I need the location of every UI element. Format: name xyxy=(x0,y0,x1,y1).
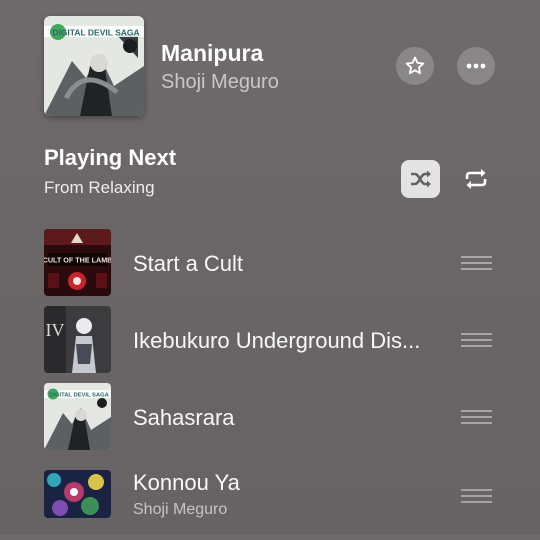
ellipsis-icon xyxy=(466,63,486,69)
album-logo-text: CULT OF THE LAMB xyxy=(44,256,111,265)
queue-item-artwork: IV xyxy=(44,306,111,373)
favorite-button[interactable] xyxy=(396,47,434,85)
queue-item-artist: Shoji Meguro xyxy=(133,501,228,518)
queue-source: From Relaxing xyxy=(44,178,155,197)
queue-item-title: Sahasrara xyxy=(133,405,235,430)
repeat-button[interactable] xyxy=(457,160,495,198)
queue-item[interactable]: DIGITAL DEVIL SAGA Sahasrara xyxy=(0,383,540,453)
star-icon xyxy=(405,56,425,75)
queue-item-title: Konnou Ya xyxy=(133,470,240,495)
album-logo-text: DIGITAL DEVIL SAGA xyxy=(52,28,139,38)
album-logo-text: DIGITAL DEVIL SAGA xyxy=(49,393,109,399)
album-logo-text: IV xyxy=(46,320,65,340)
now-playing: DIGITAL DEVIL SAGA Manipura Shoji Meguro xyxy=(44,16,496,116)
queue-item[interactable]: CULT OF THE LAMB Start a Cult xyxy=(0,229,540,299)
queue-item-title: Ikebukuro Underground Dis... xyxy=(133,328,421,353)
queue-item[interactable]: IV Ikebukuro Underground Dis... xyxy=(0,306,540,376)
shuffle-button[interactable] xyxy=(401,160,440,198)
queue-item-title: Start a Cult xyxy=(133,251,244,276)
reorder-handle-icon[interactable] xyxy=(461,333,492,347)
repeat-icon xyxy=(465,169,487,189)
now-playing-artist[interactable]: Shoji Meguro xyxy=(161,71,279,94)
queue-heading: Playing Next xyxy=(44,145,177,170)
queue-item-artwork: CULT OF THE LAMB xyxy=(44,229,111,296)
queue-item-artwork xyxy=(44,470,111,518)
reorder-handle-icon[interactable] xyxy=(461,256,492,270)
now-playing-title: Manipura xyxy=(161,40,264,66)
reorder-handle-icon[interactable] xyxy=(461,410,492,424)
now-playing-artwork[interactable]: DIGITAL DEVIL SAGA xyxy=(44,16,144,116)
queue-item-artwork: DIGITAL DEVIL SAGA xyxy=(44,383,111,450)
more-options-button[interactable] xyxy=(457,47,495,85)
queue-item[interactable]: Konnou Ya Shoji Meguro xyxy=(0,470,540,540)
shuffle-icon xyxy=(410,170,431,188)
reorder-handle-icon[interactable] xyxy=(461,489,492,503)
